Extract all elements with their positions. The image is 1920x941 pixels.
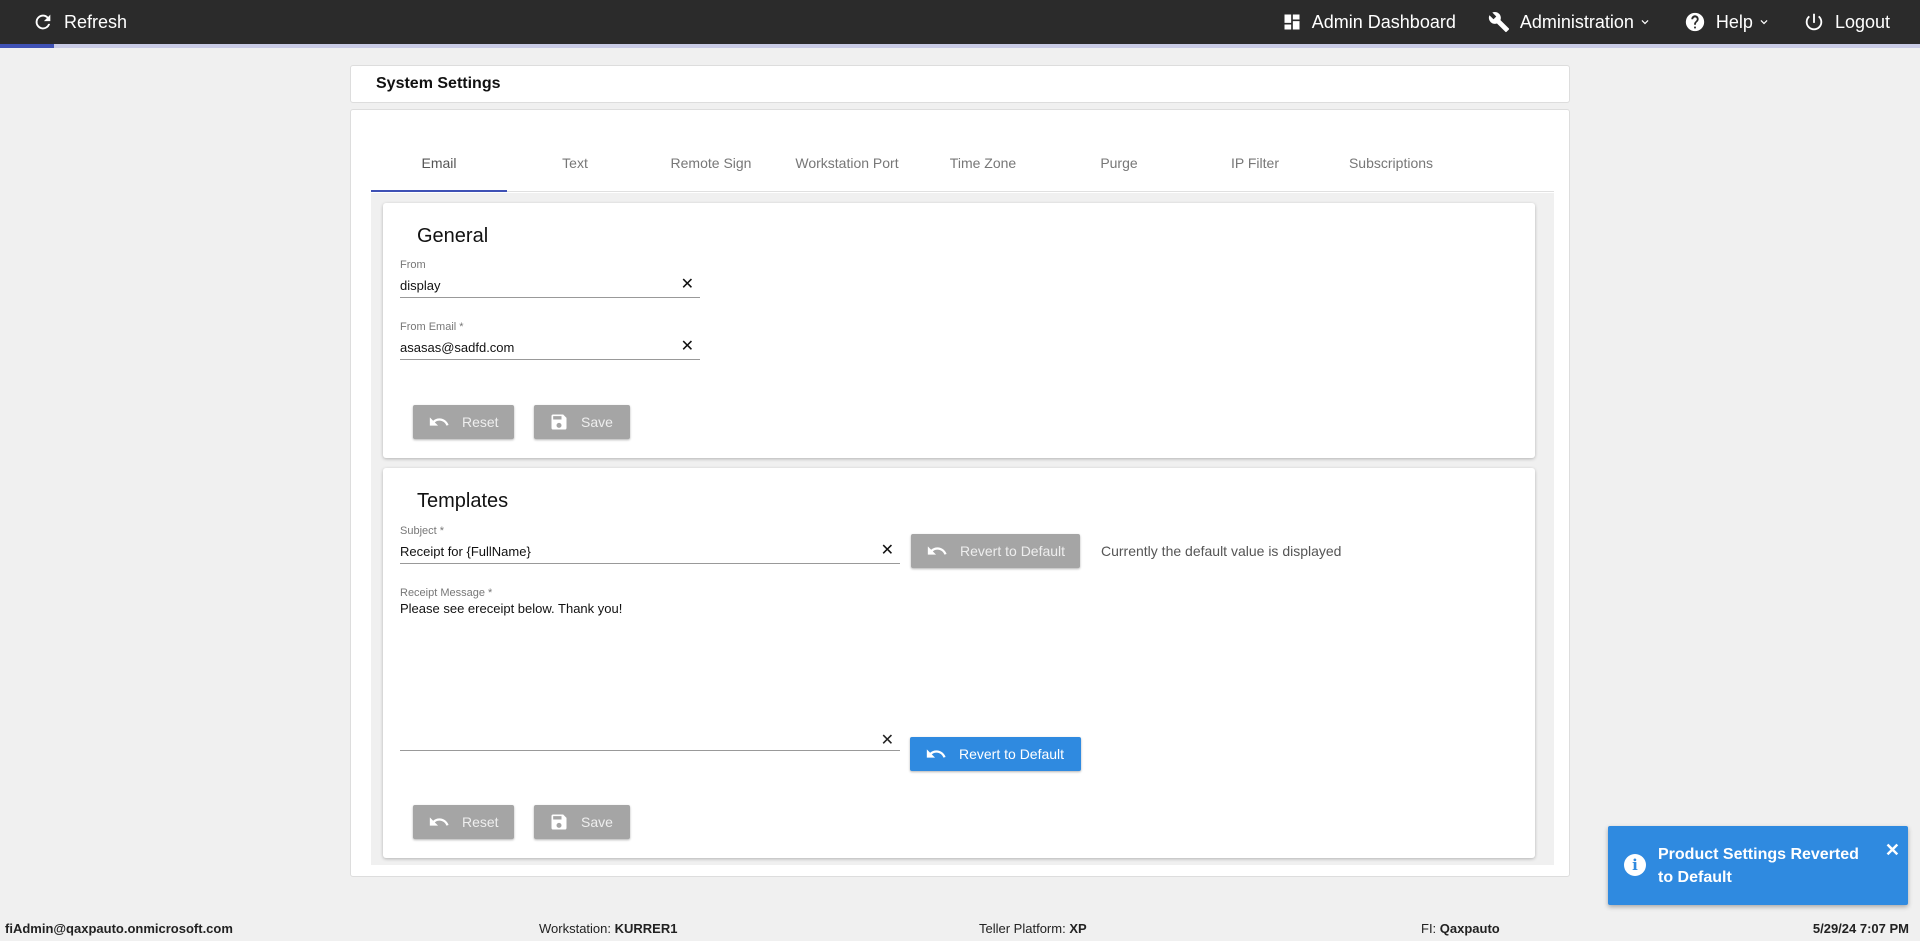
power-icon (1805, 13, 1823, 31)
receipt-revert-button[interactable]: Revert to Default (910, 737, 1081, 771)
tab-time-zone[interactable]: Time Zone (915, 134, 1051, 191)
from-label: From (400, 259, 426, 271)
tab-purge[interactable]: Purge (1051, 134, 1187, 191)
templates-heading: Templates (417, 490, 509, 512)
admin-dashboard-label: Admin Dashboard (1311, 11, 1456, 32)
chevron-down-icon (1641, 20, 1649, 25)
settings-tabs: Email Text Remote Sign Workstation Port … (371, 134, 1554, 192)
status-bar: fiAdmin@qaxpauto.onmicrosoft.com Worksta… (0, 915, 1920, 941)
clear-from-icon[interactable]: ✕ (681, 277, 694, 293)
help-icon (1685, 12, 1705, 32)
status-platform: Teller Platform: XP (979, 921, 1087, 936)
default-value-hint: Currently the default value is displayed (1101, 543, 1342, 559)
administration-label: Administration (1519, 11, 1634, 32)
toast-notification: i Product Settings Reverted to Default ✕ (1608, 826, 1908, 905)
chevron-down-icon (1760, 20, 1768, 25)
receipt-message-label: Receipt Message * (400, 587, 493, 599)
receipt-message-textarea[interactable]: Please see ereceipt below. Thank you! (400, 599, 900, 727)
top-bar: Refresh Admin Dashboard Administration H… (0, 0, 1920, 44)
status-datetime: 5/29/24 7:07 PM (1812, 921, 1909, 936)
general-save-label: Save (581, 414, 613, 430)
from-input[interactable] (400, 274, 700, 296)
subject-label: Subject * (400, 525, 445, 537)
refresh-icon (35, 14, 51, 30)
wrench-icon (1488, 12, 1509, 33)
tab-workstation-port[interactable]: Workstation Port (779, 134, 915, 191)
help-menu[interactable]: Help (1684, 11, 1771, 33)
subject-revert-button[interactable]: Revert to Default (911, 534, 1080, 568)
receipt-revert-label: Revert to Default (959, 746, 1065, 762)
status-workstation: Workstation: KURRER1 (539, 921, 678, 936)
info-icon: i (1624, 854, 1646, 876)
dashboard-icon (1284, 14, 1300, 30)
undo-icon (429, 417, 449, 426)
admin-dashboard-link[interactable]: Admin Dashboard (1282, 12, 1456, 33)
loading-bar (0, 44, 1920, 48)
help-label: Help (1715, 11, 1753, 32)
general-card: General From ✕ From Email * ✕ Reset (383, 203, 1535, 458)
templates-reset-label: Reset (462, 814, 499, 830)
receipt-message-field: Receipt Message * Please see ereceipt be… (400, 587, 900, 751)
subject-revert-label: Revert to Default (960, 543, 1066, 559)
undo-icon (926, 749, 946, 758)
settings-panel: Email Text Remote Sign Workstation Port … (350, 109, 1570, 877)
general-heading: General (417, 225, 489, 247)
tab-ip-filter[interactable]: IP Filter (1187, 134, 1323, 191)
tab-remote-sign[interactable]: Remote Sign (643, 134, 779, 191)
undo-icon (927, 546, 947, 555)
logout-button[interactable]: Logout (1803, 11, 1890, 33)
clear-from-email-icon[interactable]: ✕ (681, 339, 694, 355)
email-tab-content: General From ✕ From Email * ✕ Reset (371, 193, 1554, 865)
from-field: From ✕ (400, 259, 700, 298)
from-email-input[interactable] (400, 336, 700, 358)
page-title: System Settings (376, 75, 501, 92)
general-save-button[interactable]: Save (534, 405, 630, 439)
logout-label: Logout (1834, 11, 1890, 32)
tab-text[interactable]: Text (507, 134, 643, 191)
tab-subscriptions[interactable]: Subscriptions (1323, 134, 1459, 191)
status-user: fiAdmin@qaxpauto.onmicrosoft.com (5, 921, 233, 936)
page-title-card: System Settings (350, 65, 1570, 103)
from-email-field: From Email * ✕ (400, 321, 700, 360)
close-icon[interactable]: ✕ (1885, 840, 1900, 861)
subject-field: Subject * ✕ (400, 525, 900, 564)
templates-card: Templates Subject * ✕ Revert to Default … (383, 468, 1535, 858)
from-email-label: From Email * (400, 321, 464, 333)
general-reset-label: Reset (462, 414, 499, 430)
templates-reset-button[interactable]: Reset (413, 805, 514, 839)
status-fi: FI: Qaxpauto (1421, 921, 1500, 936)
tab-email[interactable]: Email (371, 134, 507, 192)
general-reset-button[interactable]: Reset (413, 405, 514, 439)
refresh-label: Refresh (64, 11, 128, 32)
save-icon (551, 814, 567, 830)
save-icon (551, 414, 567, 430)
administration-menu[interactable]: Administration (1488, 11, 1652, 33)
clear-receipt-icon[interactable]: ✕ (881, 730, 894, 750)
refresh-button[interactable]: Refresh (32, 11, 127, 33)
clear-subject-icon[interactable]: ✕ (881, 543, 894, 559)
templates-save-label: Save (581, 814, 613, 830)
toast-message: Product Settings Reverted to Default (1658, 846, 1859, 886)
templates-save-button[interactable]: Save (534, 805, 630, 839)
undo-icon (429, 817, 449, 826)
subject-input[interactable] (400, 540, 900, 562)
